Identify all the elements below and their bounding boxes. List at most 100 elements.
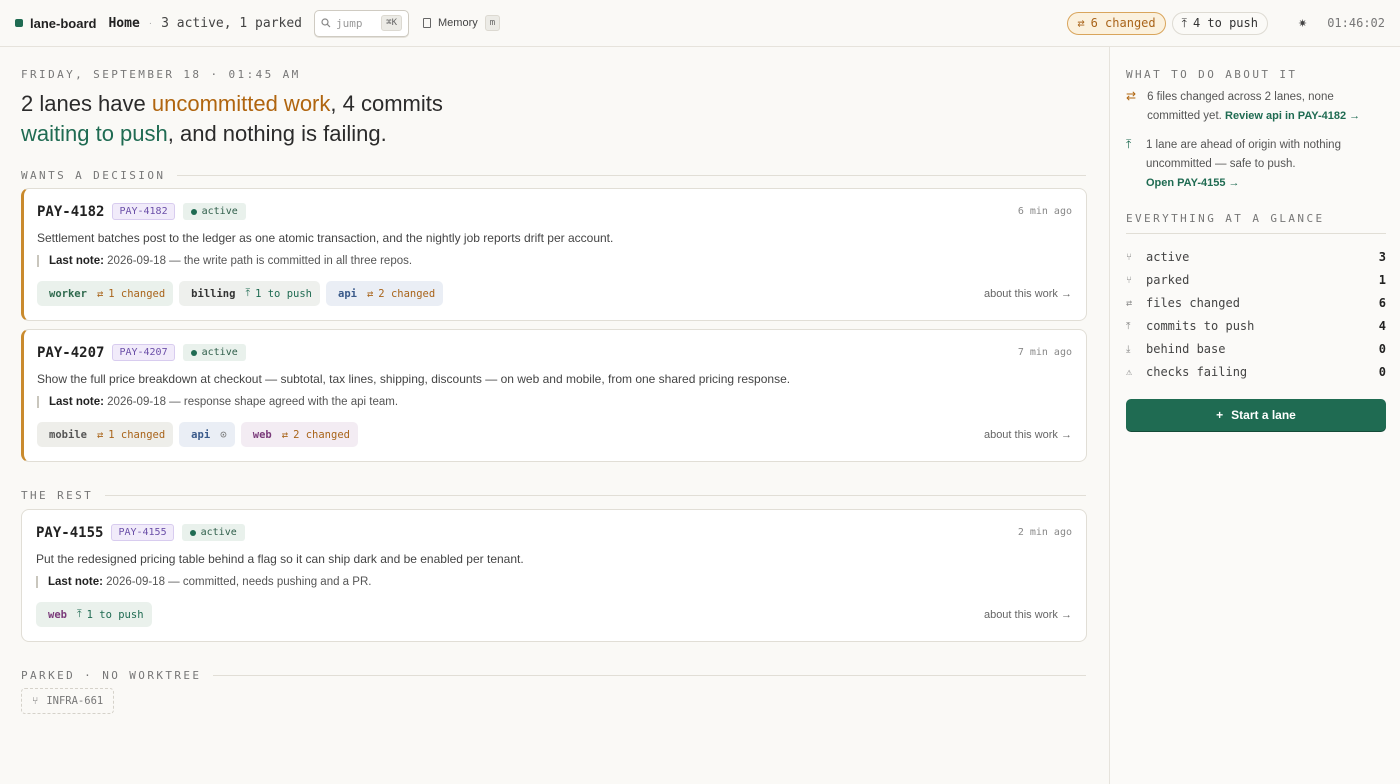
push-arrow-icon: ⤒ [76,608,82,620]
stat-label: commits to push [1146,319,1255,333]
brand-name: lane-board [30,15,97,31]
card-time: 2 min ago [1017,527,1072,538]
stat-label: checks failing [1146,365,1248,379]
status-badge: active [181,524,245,541]
main-content: FRIDAY, SEPTEMBER 18 · 01:45 AM 2 lanes … [0,47,1109,784]
headline-text: , and nothing is failing. [167,121,387,146]
divider [1126,233,1386,234]
repo-chip-mobile[interactable]: mobile ⇄ 1 changed [37,422,174,447]
push-arrow-icon: ⤒ [1126,137,1132,151]
separator-dot: · [148,17,153,29]
branch-icon: ⑂ [1126,274,1132,286]
stat-active: ⑂ active 3 [1126,250,1386,264]
stat-label: files changed [1146,296,1240,310]
section-label: PARKED · NO WORKTREE [21,669,202,682]
repo-name: billing [191,287,236,300]
repo-state: 1 changed [108,428,166,441]
memory-label: Memory [438,17,478,29]
lane-id[interactable]: PAY-4182 [37,204,104,220]
stat-value: 0 [1378,365,1386,379]
warning-icon: ⚠ [1126,366,1133,378]
lane-card[interactable]: PAY-4182 PAY-4182 active 6 min ago Settl… [21,188,1087,321]
headline-waiting: waiting to push [21,121,168,146]
date-line: FRIDAY, SEPTEMBER 18 · 01:45 AM [21,68,301,81]
headline-text: , 4 commits [330,91,443,116]
memory-shortcut: m [484,15,501,31]
jump-search[interactable]: jump ⌘K [314,9,410,37]
memory-icon [423,18,432,28]
stat-value: 1 [1378,273,1386,287]
push-pill[interactable]: ⤒ 4 to push [1171,11,1268,35]
memory-button[interactable]: Memory m [423,15,501,31]
about-link[interactable]: about this work → [984,429,1072,441]
start-lane-button[interactable]: + Start a lane [1126,399,1386,431]
card-time: 7 min ago [1017,347,1072,358]
about-link[interactable]: about this work → [984,609,1072,621]
section-the-rest: THE REST [21,489,1086,502]
repo-chip-web[interactable]: web ⇄ 2 changed [240,422,358,447]
divider [213,675,1086,676]
repo-chip-web[interactable]: web ⤒ 1 to push [36,602,152,627]
jump-shortcut: ⌘K [381,15,403,31]
home-link[interactable]: Home [108,16,139,31]
repo-chip-api[interactable]: api ⊙ [179,422,235,447]
repo-name: api [191,428,211,441]
open-lane-link[interactable]: Open PAY-4155 → [1146,177,1240,189]
changed-pill-label: 6 changed [1090,16,1156,30]
repo-state: 2 changed [293,428,350,441]
clock: 01:46:02 [1327,16,1385,30]
changed-pill[interactable]: ⇄ 6 changed [1067,11,1166,35]
branch-icon: ⑂ [1126,251,1132,263]
repo-chip-api[interactable]: api ⇄ 2 changed [326,281,444,306]
todo-item: ⇄ 6 files changed across 2 lanes, none c… [1126,88,1386,126]
changes-icon: ⇄ [96,287,104,300]
theme-toggle-icon[interactable]: ✷ [1298,17,1307,30]
push-arrow-icon: ⤒ [245,287,251,299]
repo-name: web [252,428,272,441]
card-note: Last note: 2026-09-18 — response shape a… [37,396,398,408]
changes-icon: ⇄ [1077,16,1085,30]
jump-placeholder: jump [336,16,363,30]
repo-name: worker [49,287,87,300]
repo-name: web [48,608,67,621]
lane-card[interactable]: PAY-4207 PAY-4207 active 7 min ago Show … [21,329,1087,462]
repo-chip-billing[interactable]: billing ⤒ 1 to push [179,281,320,306]
brand[interactable]: lane-board [15,16,96,31]
parked-lane-chip[interactable]: ⑂ INFRA-661 [21,688,115,714]
stat-parked: ⑂ parked 1 [1126,273,1386,287]
lane-id[interactable]: PAY-4207 [37,345,104,361]
ticket-tag[interactable]: PAY-4155 [111,524,174,541]
stat-commits-to-push: ⤒ commits to push 4 [1126,319,1386,333]
stat-label: behind base [1146,342,1226,356]
changes-icon: ⇄ [96,428,104,441]
sidebar: WHAT TO DO ABOUT IT ⇄ 6 files changed ac… [1109,47,1400,784]
stat-value: 6 [1378,296,1386,310]
about-link[interactable]: about this work → [984,288,1072,300]
clean-check-icon: ⊙ [220,428,227,441]
headline-text: 2 lanes have [21,91,152,116]
ticket-tag[interactable]: PAY-4207 [112,344,175,361]
stat-value: 3 [1378,250,1386,264]
changes-icon: ⇄ [1126,297,1133,309]
repo-name: api [338,287,357,300]
note-text: 2026-09-18 — response shape agreed with … [103,396,399,408]
section-wants-decision: WANTS A DECISION [21,169,1086,182]
stat-value: 0 [1378,342,1386,356]
stat-files-changed: ⇄ files changed 6 [1126,296,1386,310]
note-label: Last note: [49,396,104,408]
status-dot-icon [190,349,197,356]
card-description: Show the full price breakdown at checkou… [37,372,791,386]
review-link[interactable]: Review api in PAY-4182 → [1225,110,1360,122]
headline-uncommitted: uncommitted work [151,91,331,116]
stat-value: 4 [1378,319,1386,333]
repo-chip-worker[interactable]: worker ⇄ 1 changed [37,281,174,306]
ticket-tag[interactable]: PAY-4182 [112,203,175,220]
changes-icon: ⇄ [366,287,374,300]
lane-card[interactable]: PAY-4155 PAY-4155 active 2 min ago Put t… [21,509,1087,642]
repo-chips: worker ⇄ 1 changed billing ⤒ 1 to push api… [37,281,444,306]
note-text: 2026-09-18 — committed, needs pushing an… [102,576,372,588]
status-badge: active [182,203,246,220]
lane-id[interactable]: PAY-4155 [36,525,103,541]
card-description: Put the redesigned pricing table behind … [36,552,524,566]
pull-arrow-icon: ⤓ [1126,343,1131,355]
